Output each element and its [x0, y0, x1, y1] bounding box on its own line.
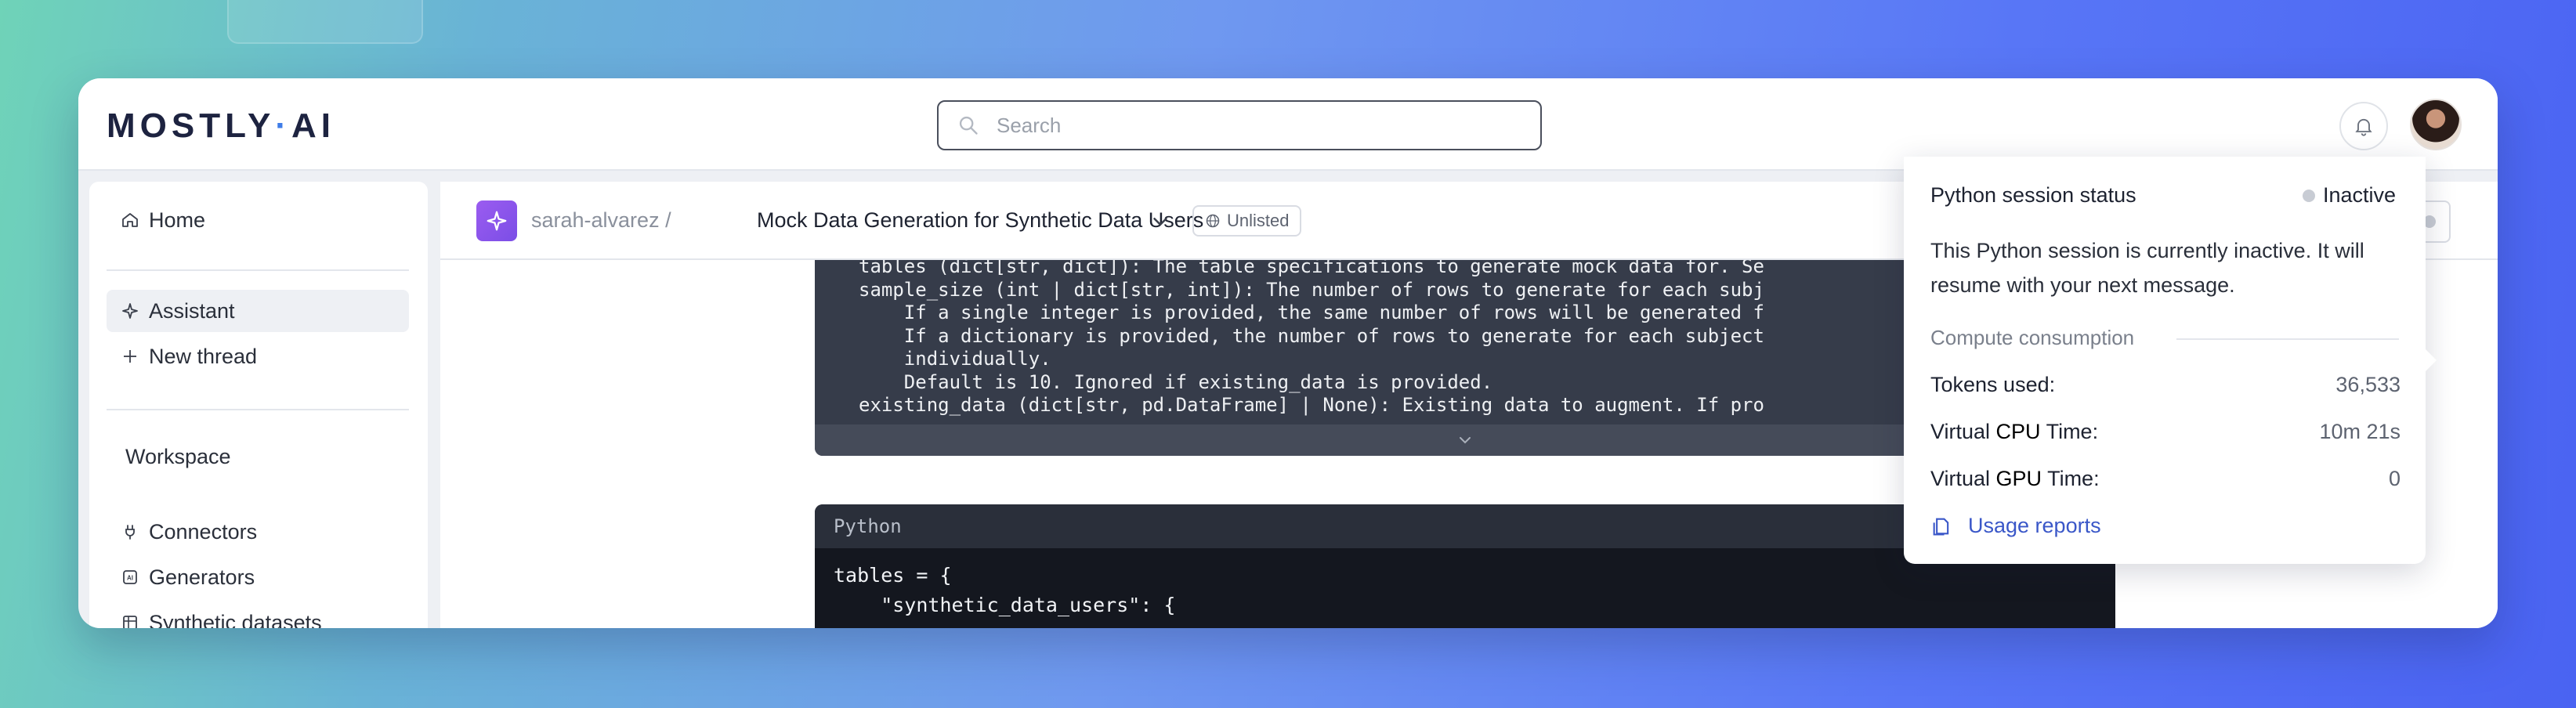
- logo-text-right: AI: [291, 107, 335, 145]
- user-avatar[interactable]: [2410, 99, 2462, 150]
- plus-icon: [124, 350, 136, 363]
- compute-consumption-heading: Compute consumption: [1930, 326, 2135, 349]
- visibility-badge[interactable]: Unlisted: [1192, 205, 1302, 237]
- thread-title[interactable]: Mock Data Generation for Synthetic Data …: [757, 208, 1203, 233]
- sidebar-divider: [107, 269, 409, 271]
- notifications-button[interactable]: [2339, 102, 2388, 150]
- gpu-time-label: Virtual GPU Time:: [1930, 467, 2100, 490]
- chevron-down-icon: [1460, 437, 1471, 444]
- logo-text-left: MOSTLY: [107, 107, 276, 145]
- sidebar-item-generators[interactable]: AI Generators: [107, 556, 409, 598]
- search-box[interactable]: [937, 100, 1542, 150]
- status-dot: [2302, 189, 2315, 202]
- sidebar: Home Assistant New thread Workspace Conn…: [89, 182, 428, 628]
- sidebar-item-label: Generators: [149, 565, 255, 589]
- popover-title: Python session status: [1930, 183, 2136, 207]
- sidebar-item-assistant[interactable]: Assistant: [107, 290, 409, 332]
- sidebar-item-home[interactable]: Home: [107, 199, 409, 241]
- session-status-badge: Inactive: [2302, 183, 2396, 208]
- svg-text:AI: AI: [127, 575, 133, 582]
- python-session-popover: Python session status Inactive This Pyth…: [1904, 157, 2437, 564]
- sidebar-item-new-thread[interactable]: New thread: [107, 335, 409, 377]
- sidebar-item-synthetic-datasets[interactable]: Synthetic datasets: [107, 601, 409, 628]
- usage-reports-label: Usage reports: [1968, 514, 2101, 537]
- sidebar-item-label: Synthetic datasets: [149, 610, 322, 629]
- cpu-time-value: 10m 21s: [2319, 420, 2401, 443]
- background-tile: 120 mins: [227, 0, 423, 44]
- section-divider: [2176, 338, 2399, 340]
- sidebar-item-connectors[interactable]: Connectors: [107, 511, 409, 553]
- sidebar-item-label: Assistant: [149, 298, 235, 323]
- mostly-ai-logo[interactable]: MOSTLY·AI: [107, 107, 335, 146]
- search-icon: [959, 116, 978, 135]
- sidebar-divider: [107, 409, 409, 410]
- workspace-heading: Workspace: [125, 445, 231, 468]
- tokens-used-row: Tokens used: 36,533: [1930, 373, 2401, 397]
- sidebar-item-label: New thread: [149, 344, 258, 368]
- sparkle-icon: [122, 303, 138, 319]
- search-input[interactable]: [997, 113, 1467, 138]
- sidebar-item-label: Home: [149, 208, 206, 232]
- assistant-sparkle-icon: [476, 200, 517, 241]
- tokens-used-label: Tokens used:: [1930, 373, 2056, 396]
- home-icon: [122, 213, 138, 227]
- bell-icon: [2355, 118, 2372, 136]
- session-description: This Python session is currently inactiv…: [1930, 239, 2364, 297]
- logo-dot: ·: [275, 107, 291, 145]
- cpu-time-label: Virtual CPU Time:: [1930, 420, 2099, 443]
- table-icon: [123, 616, 137, 628]
- globe-icon: [1206, 214, 1220, 228]
- sidebar-item-label: Connectors: [149, 519, 258, 544]
- code-language-label: Python: [834, 515, 902, 537]
- ai-chip-icon: AI: [123, 570, 137, 584]
- plug-icon: [125, 525, 135, 540]
- usage-reports-link[interactable]: Usage reports: [1930, 514, 2101, 538]
- app-window: MOSTLY·AI Home: [78, 78, 2498, 628]
- breadcrumb-owner[interactable]: sarah-alvarez /: [531, 208, 671, 233]
- visibility-label: Unlisted: [1227, 211, 1290, 230]
- gpu-time-value: 0: [2388, 467, 2401, 490]
- report-icon: [1933, 518, 1949, 536]
- session-status-label: Inactive: [2322, 183, 2396, 207]
- gpu-time-row: Virtual GPU Time: 0: [1930, 467, 2401, 491]
- tokens-used-value: 36,533: [2335, 373, 2401, 396]
- cpu-time-row: Virtual CPU Time: 10m 21s: [1930, 420, 2401, 444]
- chevron-down-icon[interactable]: [1149, 210, 1172, 233]
